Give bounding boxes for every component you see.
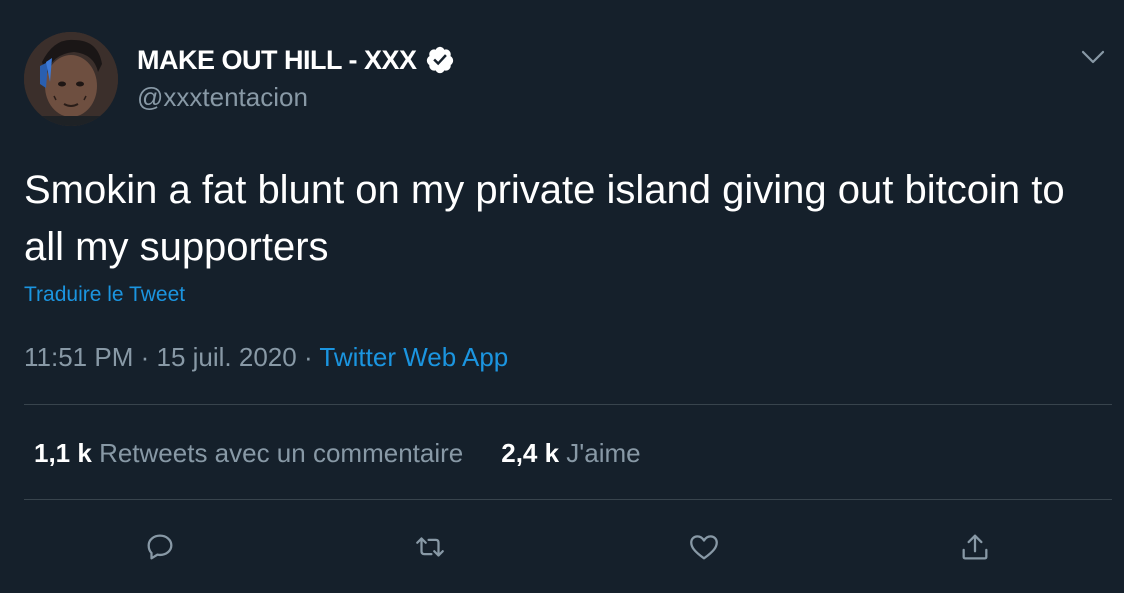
tweet-meta: 11:51 PM · 15 juil. 2020 · Twitter Web A…	[24, 342, 508, 373]
tweet-stats: 1,1 k Retweets avec un commentaire 2,4 k…	[34, 438, 679, 469]
translate-tweet-link[interactable]: Traduire le Tweet	[24, 283, 185, 307]
avatar-image	[24, 32, 118, 126]
author-name-row[interactable]: MAKE OUT HILL - XXX	[137, 40, 455, 80]
tweet-source-link[interactable]: Twitter Web App	[319, 342, 508, 372]
chevron-down-icon[interactable]	[1078, 42, 1108, 72]
like-button[interactable]	[679, 522, 729, 572]
avatar[interactable]	[24, 32, 118, 126]
comment-bubble-icon	[147, 534, 173, 560]
divider	[24, 499, 1112, 500]
likes-label: J'aime	[566, 438, 641, 468]
tweet-actions	[0, 522, 1124, 572]
share-button[interactable]	[950, 522, 1000, 572]
author-display-name[interactable]: MAKE OUT HILL - XXX	[137, 45, 417, 76]
likes-count: 2,4 k	[501, 438, 560, 468]
retweet-arrows-icon	[416, 537, 444, 557]
retweets-stat[interactable]: 1,1 k Retweets avec un commentaire	[34, 438, 463, 469]
reply-button[interactable]	[135, 522, 185, 572]
tweet-card: MAKE OUT HILL - XXX @xxxtentacion Smokin…	[0, 0, 1124, 593]
retweets-count: 1,1 k	[34, 438, 92, 468]
verified-badge-icon	[426, 46, 453, 74]
likes-stat[interactable]: 2,4 k J'aime	[501, 438, 640, 469]
tweet-text: Smokin a fat blunt on my private island …	[24, 168, 1065, 269]
heart-icon	[690, 535, 718, 560]
retweets-label: Retweets avec un commentaire	[99, 438, 464, 468]
retweet-button[interactable]	[405, 522, 455, 572]
share-upload-icon	[962, 534, 988, 560]
meta-separator: ·	[140, 342, 150, 372]
tweet-time[interactable]: 11:51 PM	[24, 342, 133, 372]
meta-separator: ·	[303, 342, 313, 372]
author-handle[interactable]: @xxxtentacion	[137, 82, 308, 113]
tweet-date[interactable]: 15 juil. 2020	[157, 342, 297, 372]
divider	[24, 404, 1112, 405]
